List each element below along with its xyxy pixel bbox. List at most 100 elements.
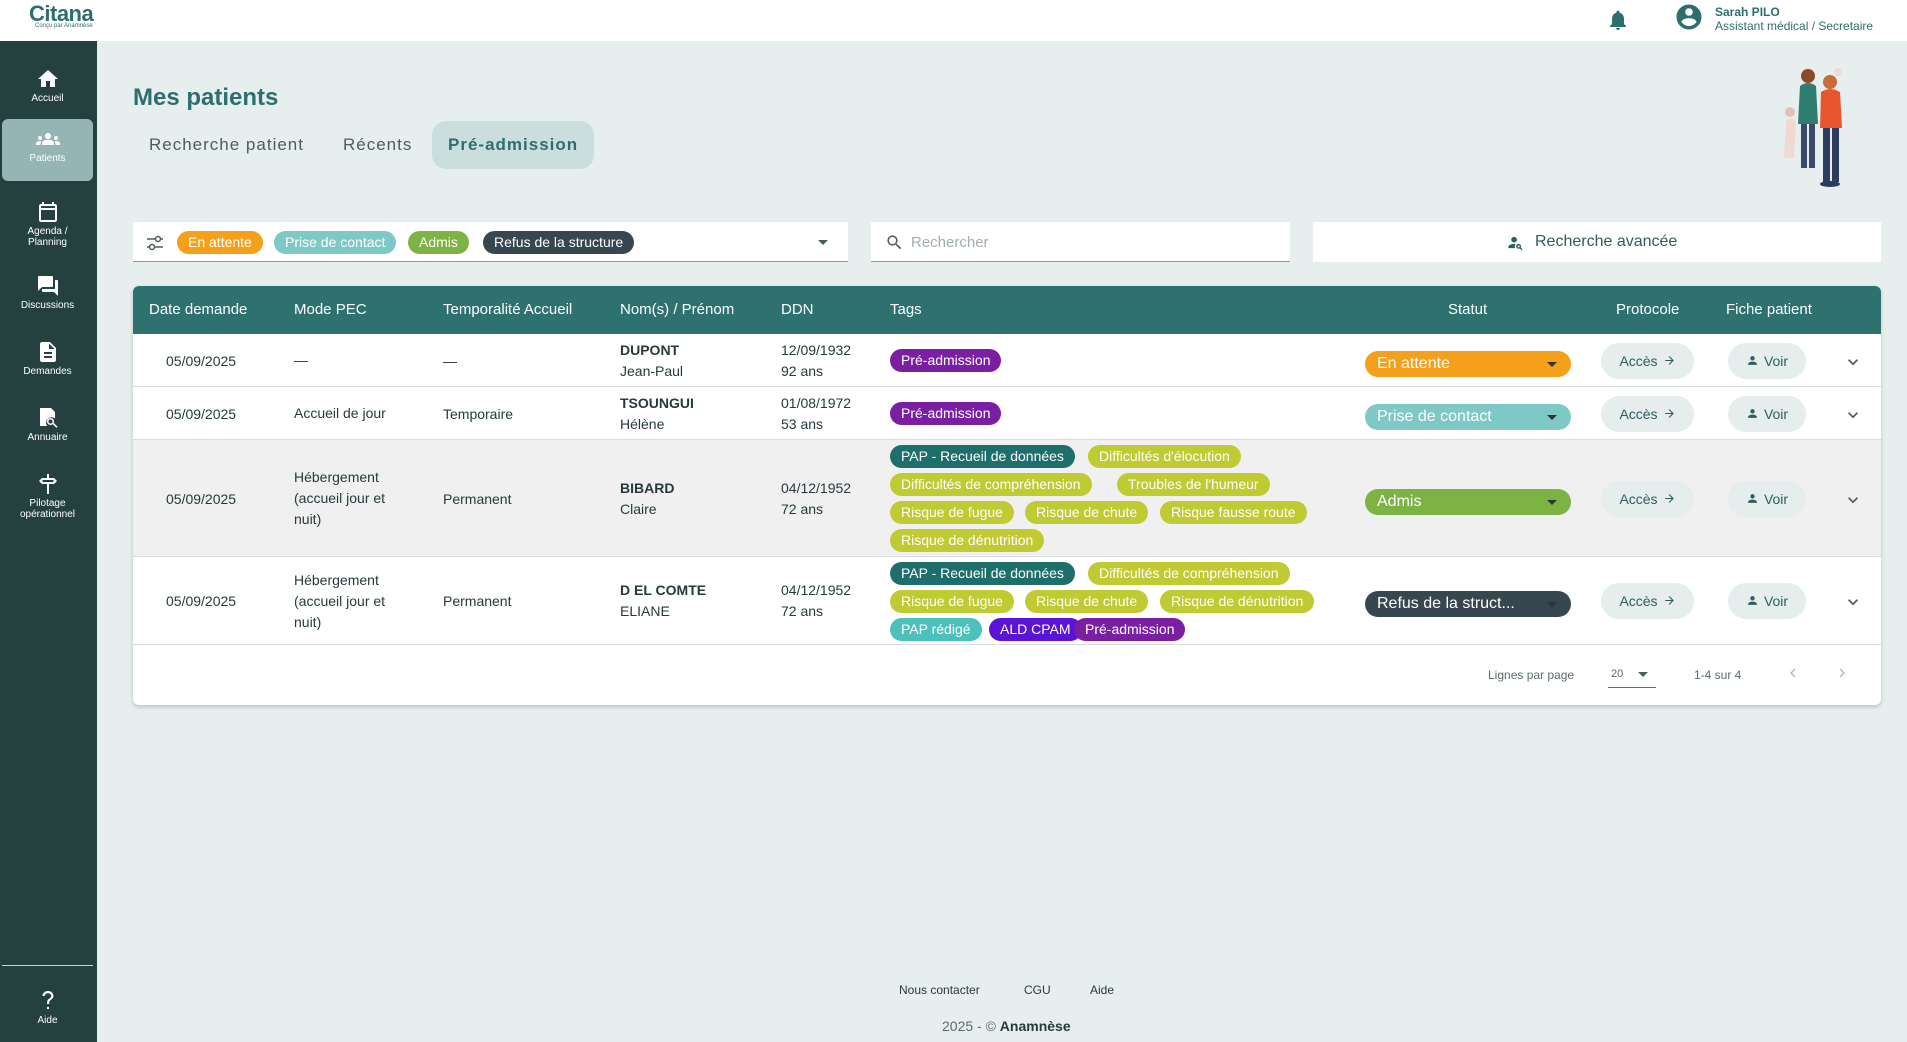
- temporalite-cell: —: [443, 352, 457, 369]
- column-header-mode-pec[interactable]: Mode PEC: [294, 286, 367, 334]
- sidebar-item-label: Planning: [28, 237, 67, 248]
- filter-chip-en-attente[interactable]: En attente: [177, 231, 263, 254]
- chat-icon: [37, 276, 58, 296]
- fiche-voir-button[interactable]: Voir: [1728, 583, 1806, 619]
- footer-link-contact[interactable]: Nous contacter: [899, 983, 980, 997]
- search-field[interactable]: [871, 222, 1290, 262]
- search-input[interactable]: [911, 230, 1271, 254]
- tag-badge: Pré-admission: [890, 402, 1002, 425]
- chevron-down-icon: [1638, 672, 1648, 677]
- statut-value: Refus de la struct...: [1377, 595, 1515, 612]
- tab-recents[interactable]: Récents: [327, 121, 428, 169]
- fiche-voir-button[interactable]: Voir: [1728, 342, 1806, 379]
- fiche-voir-button[interactable]: Voir: [1728, 480, 1806, 517]
- mode-pec-cell: Accueil de jour: [294, 405, 386, 421]
- filter-chip-prise-de-contact[interactable]: Prise de contact: [274, 231, 397, 254]
- sidebar: Accueil Patients Agenda / Planning Discu…: [0, 41, 97, 1042]
- tag-badge: ALD CPAM: [989, 617, 1082, 641]
- statut-value: Admis: [1377, 492, 1422, 510]
- column-header-temporalite[interactable]: Temporalité Accueil: [443, 286, 572, 334]
- sidebar-item-discussions[interactable]: Discussions: [2, 266, 93, 328]
- chevron-left-icon[interactable]: [1784, 664, 1802, 682]
- expand-row-chevron-icon[interactable]: [1843, 490, 1863, 510]
- expand-row-chevron-icon[interactable]: [1843, 405, 1863, 425]
- statut-value: En attente: [1377, 354, 1450, 372]
- voir-label: Voir: [1763, 593, 1789, 609]
- rows-per-page-select[interactable]: 20: [1608, 660, 1656, 688]
- footer-link-cgu[interactable]: CGU: [1024, 983, 1051, 997]
- date-demande-cell: 05/09/2025: [166, 490, 237, 507]
- bell-icon[interactable]: [1606, 8, 1630, 32]
- app-logo[interactable]: Citana Conçu par Anamnèse: [29, 1, 94, 29]
- sidebar-item-label: Patients: [29, 153, 66, 164]
- arrow-right-icon: [1664, 596, 1674, 605]
- tag-badge: Pré-admission: [1074, 617, 1186, 641]
- column-header-nom[interactable]: Nom(s) / Prénom: [620, 286, 734, 334]
- tag-badge: Risque fausse route: [1160, 501, 1307, 524]
- table-row: 05/09/2025 Hébergement (accueil jour et nui…: [133, 557, 1881, 645]
- column-header-ddn[interactable]: DDN: [781, 286, 814, 334]
- steering-icon: [38, 474, 57, 494]
- filter-chip-refus[interactable]: Refus de la structure: [483, 231, 635, 254]
- protocole-acces-button[interactable]: Accès: [1601, 342, 1694, 379]
- patient-firstname: ELIANE: [620, 603, 670, 619]
- user-role: Assistant médical / Secretaire: [1715, 19, 1874, 33]
- expand-row-chevron-icon[interactable]: [1843, 592, 1863, 612]
- sidebar-item-aide[interactable]: Aide: [2, 981, 93, 1042]
- patient-age: 72 ans: [781, 500, 824, 517]
- column-header-tags: Tags: [890, 301, 922, 318]
- statut-select[interactable]: Admis: [1365, 488, 1571, 515]
- arrow-right-icon: [1664, 355, 1674, 365]
- column-header-statut[interactable]: Statut: [1448, 286, 1487, 334]
- rows-per-page-value: 20: [1611, 668, 1624, 680]
- person-icon: [1748, 493, 1757, 503]
- statut-select[interactable]: Refus de la struct...: [1365, 591, 1571, 617]
- document-icon: [39, 342, 56, 362]
- sidebar-item-agenda[interactable]: Agenda / Planning: [2, 192, 93, 254]
- column-header-protocole: Protocole: [1616, 301, 1680, 318]
- tag-badge: Risque de chute: [1025, 501, 1149, 524]
- sidebar-item-annuaire[interactable]: Annuaire: [2, 398, 93, 460]
- protocole-acces-button[interactable]: Accès: [1601, 395, 1694, 432]
- tag-badge: Risque de fugue: [890, 589, 1014, 613]
- home-icon: [37, 70, 58, 87]
- logo-subtitle: Conçu par Anamnèse: [35, 23, 93, 29]
- fiche-voir-button[interactable]: Voir: [1728, 395, 1806, 432]
- filter-sliders-icon: [147, 235, 163, 251]
- copyright-brand: Anamnèse: [999, 1018, 1071, 1034]
- sidebar-item-patients[interactable]: Patients: [2, 119, 93, 181]
- pagination: Lignes par page 20 1-4 sur 4: [133, 646, 1881, 705]
- status-filter-select[interactable]: En attente Prise de contact Admis Refus …: [133, 222, 848, 262]
- sidebar-item-label: Demandes: [23, 366, 72, 377]
- advanced-search-button[interactable]: Recherche avancée: [1313, 222, 1881, 262]
- sidebar-item-accueil[interactable]: Accueil: [2, 59, 93, 121]
- chevron-down-icon: [818, 240, 828, 245]
- sidebar-item-demandes[interactable]: Demandes: [2, 332, 93, 394]
- filter-chip-admis[interactable]: Admis: [408, 231, 469, 254]
- mode-pec-cell: Hébergement: [294, 571, 379, 588]
- date-demande-cell: 05/09/2025: [166, 593, 237, 609]
- tag-badge: PAP - Recueil de données: [890, 445, 1075, 468]
- column-header-date[interactable]: Date demande: [149, 286, 247, 334]
- patients-table: Date demande Mode PEC Temporalité Accuei…: [133, 286, 1881, 705]
- acces-label: Accès: [1619, 405, 1658, 422]
- chevron-down-icon: [1547, 361, 1557, 367]
- tab-recherche-patient[interactable]: Recherche patient: [133, 121, 320, 169]
- caregivers-illustration: [1784, 68, 1842, 187]
- tab-pre-admission[interactable]: Pré-admission: [432, 121, 595, 169]
- statut-select[interactable]: Prise de contact: [1365, 403, 1571, 430]
- statut-select[interactable]: En attente: [1365, 350, 1571, 377]
- sidebar-item-pilotage[interactable]: Pilotage opérationnel: [2, 464, 93, 526]
- people-icon: [35, 133, 60, 145]
- tag-badge: Risque de dénutrition: [890, 529, 1045, 552]
- protocole-acces-button[interactable]: Accès: [1601, 480, 1694, 517]
- mode-pec-cell: nuit): [294, 511, 322, 527]
- footer-link-aide[interactable]: Aide: [1090, 983, 1114, 997]
- expand-row-chevron-icon[interactable]: [1843, 352, 1863, 372]
- chevron-right-icon[interactable]: [1833, 664, 1851, 682]
- protocole-acces-button[interactable]: Accès: [1601, 583, 1694, 619]
- sidebar-item-label: Aide: [37, 1015, 58, 1026]
- tag-badge: Difficultés de compréhension: [1088, 561, 1290, 585]
- voir-label: Voir: [1763, 490, 1789, 507]
- user-avatar-icon[interactable]: [1674, 2, 1704, 32]
